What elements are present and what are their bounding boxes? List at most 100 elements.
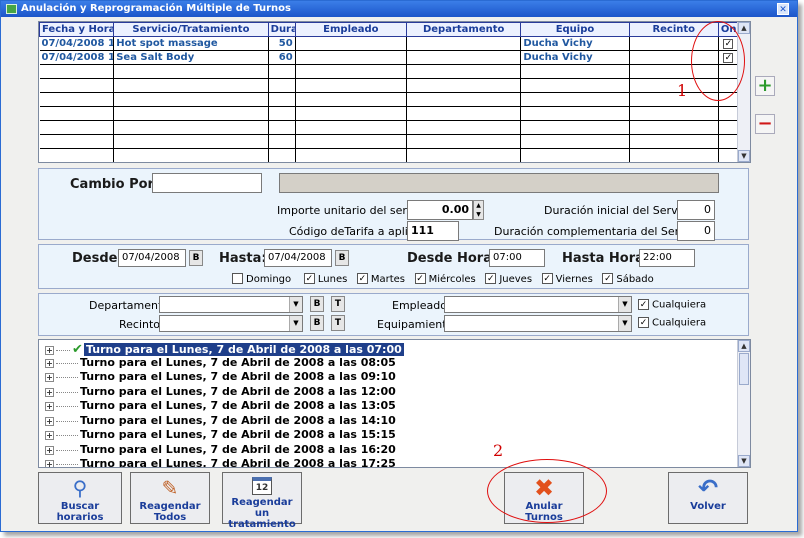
desde-b-button[interactable]: B	[189, 250, 203, 266]
chevron-down-icon[interactable]: ▼	[289, 316, 302, 331]
cambio-panel: Cambio Por: Importe unitario del servici…	[38, 168, 749, 241]
chevron-down-icon[interactable]: ▼	[289, 297, 302, 312]
checkbox[interactable]: ✓	[638, 317, 649, 328]
table-row[interactable]	[39, 148, 740, 162]
tree-item[interactable]: + Turno para el Lunes, 7 de Abril de 2008…	[45, 443, 396, 457]
cell-fecha[interactable]: 07/04/2008 10:5	[39, 50, 115, 65]
calendar-icon: 12	[252, 477, 272, 495]
tree-item[interactable]: + ✔ Turno para el Lunes, 7 de Abril de 200…	[45, 342, 404, 357]
dia-martes[interactable]: ✓ Martes	[356, 273, 405, 285]
checkbox[interactable]: ✓	[485, 273, 497, 284]
tree-item[interactable]: + Turno para el Lunes, 7 de Abril de 2008…	[45, 385, 396, 399]
scroll-thumb[interactable]	[739, 353, 749, 385]
cell-duracion[interactable]: 60	[268, 50, 296, 65]
scroll-down-arrow[interactable]: ▼	[738, 455, 750, 467]
scroll-up-arrow[interactable]: ▲	[738, 340, 750, 352]
tree-item[interactable]: + Turno para el Lunes, 7 de Abril de 2008…	[45, 356, 396, 370]
reagendar-tratamiento-button[interactable]: 12 Reagendar un tratamiento	[222, 472, 302, 530]
cell-servicio[interactable]: Sea Salt Body	[113, 50, 269, 65]
importe-spinner[interactable]: ▲ ▼	[473, 200, 484, 220]
dia-miercoles[interactable]: ✓ Miércoles	[414, 273, 476, 285]
table-row[interactable]	[39, 64, 740, 79]
title-bar: Anulación y Reprogramación Múltiple de T…	[1, 1, 797, 17]
tree-item[interactable]: + Turno para el Lunes, 7 de Abril de 2008…	[45, 414, 396, 428]
empleado-select[interactable]: ▼	[444, 296, 632, 313]
table-row[interactable]	[39, 106, 740, 121]
tree-scrollbar[interactable]: ▲ ▼	[737, 340, 750, 467]
hasta-b-button[interactable]: B	[335, 250, 349, 266]
empleado-cualquiera[interactable]: ✓ Cualquiera	[638, 299, 706, 311]
hasta-date-input[interactable]: 07/04/2008	[264, 249, 332, 267]
cell-departamento[interactable]	[406, 50, 522, 65]
check-icon: ✔	[72, 342, 83, 357]
departamento-b-button[interactable]: B	[310, 296, 324, 312]
checkbox[interactable]: ✓	[356, 273, 368, 284]
checkbox[interactable]: ✓	[303, 273, 315, 284]
reagendar-tratamiento-label: Reagendar un tratamiento	[228, 497, 296, 530]
tree-item[interactable]: + Turno para el Lunes, 7 de Abril de 2008…	[45, 428, 396, 442]
table-row[interactable]	[39, 120, 740, 135]
dia-jueves[interactable]: ✓ Jueves	[485, 273, 532, 285]
cell-equipo[interactable]: Ducha Vichy	[520, 36, 630, 51]
scroll-up-arrow[interactable]: ▲	[738, 22, 750, 34]
table-row[interactable]: 07/04/2008 10:0 Hot spot massage 50 Duch…	[39, 36, 740, 51]
checkbox[interactable]: ✓	[541, 273, 553, 284]
scroll-down-arrow[interactable]: ▼	[738, 150, 750, 162]
table-row[interactable]	[39, 78, 740, 93]
column-header-fecha[interactable]: Fecha y Hora	[39, 22, 115, 37]
column-header-servicio[interactable]: Servicio/Tratamiento	[113, 22, 269, 37]
recinto-select[interactable]: ▼	[159, 315, 303, 332]
cell-fecha[interactable]: 07/04/2008 10:0	[39, 36, 115, 51]
duracion-comp-input[interactable]: 0	[677, 221, 715, 241]
cell-duracion[interactable]: 50	[268, 36, 296, 51]
buscar-horarios-button[interactable]: ⚲ Buscar horarios	[38, 472, 122, 524]
dia-domingo[interactable]: Domingo	[232, 273, 291, 285]
dia-lunes[interactable]: ✓ Lunes	[303, 273, 347, 285]
checkbox[interactable]	[232, 273, 243, 284]
departamento-t-button[interactable]: T	[331, 296, 345, 312]
table-row[interactable]	[39, 134, 740, 149]
column-header-departamento[interactable]: Departamento	[406, 22, 522, 37]
codigo-input[interactable]: 111	[407, 221, 459, 241]
dia-viernes[interactable]: ✓ Viernes	[541, 273, 593, 285]
recinto-t-button[interactable]: T	[331, 315, 345, 331]
checkbox[interactable]: ✓	[602, 273, 614, 284]
desde-hora-input[interactable]: 07:00	[489, 249, 545, 267]
volver-button[interactable]: ↶ Volver	[668, 472, 748, 524]
reagendar-todos-button[interactable]: ✎ Reagendar Todos	[130, 472, 210, 524]
checkbox[interactable]: ✓	[638, 299, 649, 310]
desde-date-input[interactable]: 07/04/2008	[118, 249, 186, 267]
duracion-inicial-input[interactable]: 0	[677, 200, 715, 220]
duracion-comp-label: Duración complementaria del Servicio	[494, 225, 705, 238]
tree-item[interactable]: + Turno para el Lunes, 7 de Abril de 2008…	[45, 399, 396, 413]
equipamiento-cualquiera[interactable]: ✓ Cualquiera	[638, 317, 706, 329]
equipamiento-select[interactable]: ▼	[444, 315, 632, 332]
table-row[interactable]	[39, 92, 740, 107]
dia-sabado[interactable]: ✓ Sábado	[602, 273, 654, 285]
chevron-down-icon[interactable]: ▼	[618, 297, 631, 312]
departamento-select[interactable]: ▼	[159, 296, 303, 313]
cell-empleado[interactable]	[295, 36, 408, 51]
hasta-hora-input[interactable]: 22:00	[639, 249, 695, 267]
cell-departamento[interactable]	[406, 36, 522, 51]
column-header-duracion[interactable]: Durac	[267, 22, 296, 37]
cambio-input[interactable]	[152, 173, 262, 193]
checkbox[interactable]: ✓	[414, 273, 426, 284]
add-row-button[interactable]: +	[755, 76, 775, 96]
hasta-label: Hasta:	[219, 251, 267, 266]
remove-row-button[interactable]: −	[755, 114, 775, 134]
table-row[interactable]: 07/04/2008 10:5 Sea Salt Body 60 Ducha V…	[39, 50, 740, 65]
importe-input[interactable]: 0.00	[407, 200, 473, 220]
tree-item[interactable]: + Turno para el Lunes, 7 de Abril de 2008…	[45, 370, 396, 384]
dialog-window: Anulación y Reprogramación Múltiple de T…	[0, 0, 798, 532]
chevron-down-icon[interactable]: ▼	[618, 316, 631, 331]
tree-item[interactable]: + Turno para el Lunes, 7 de Abril de 2008…	[45, 457, 396, 467]
filtros-panel: Departamento ▼ B T Recinto ▼ B T Emplead…	[38, 293, 749, 336]
cell-servicio[interactable]: Hot spot massage	[113, 36, 269, 51]
column-header-equipo[interactable]: Equipo	[520, 22, 630, 37]
cell-empleado[interactable]	[295, 50, 408, 65]
cell-equipo[interactable]: Ducha Vichy	[520, 50, 630, 65]
recinto-b-button[interactable]: B	[310, 315, 324, 331]
close-button[interactable]: ✕	[777, 3, 789, 15]
column-header-empleado[interactable]: Empleado	[294, 22, 408, 37]
